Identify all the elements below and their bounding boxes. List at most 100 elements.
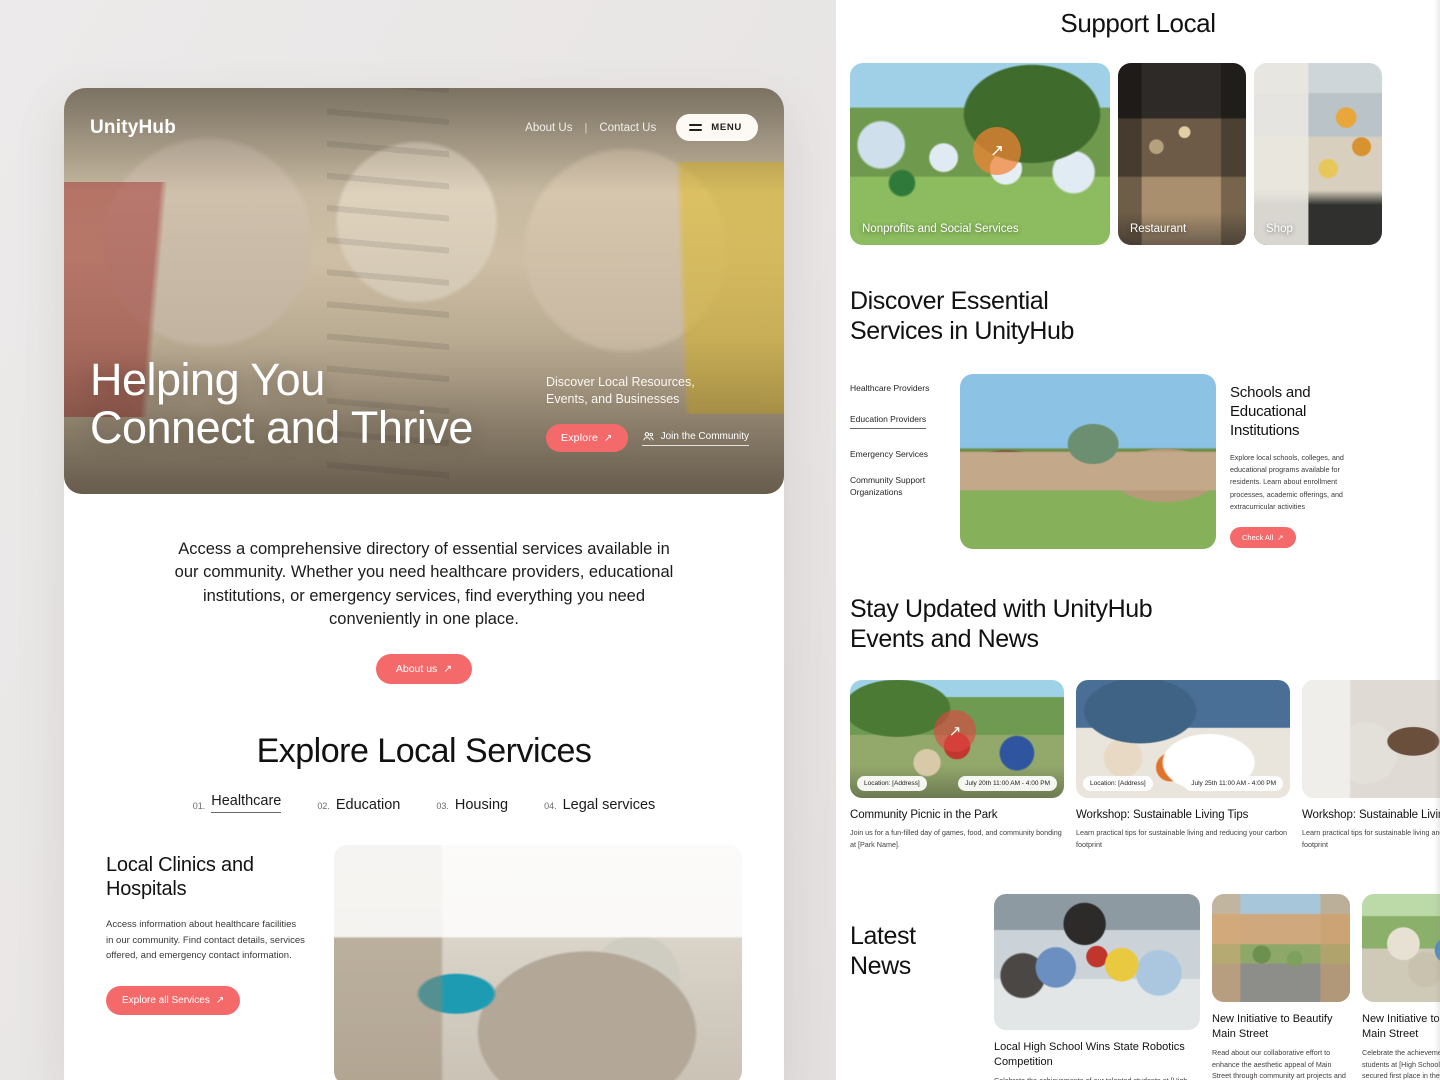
service-detail-section: Local Clinics and Hospitals Access infor… <box>64 813 784 1080</box>
right-page-preview: Support Local ↗ Nonprofits and Social Se… <box>836 0 1440 1080</box>
discover-detail-title-line-1: Schools and <box>1230 384 1311 401</box>
check-all-button[interactable]: Check All ↗ <box>1230 526 1296 548</box>
news-title-line-1: New Initiative to Beautify <box>1362 1013 1440 1026</box>
event-date-badge: July 20th 11:00 AM - 4:00 PM <box>958 776 1057 791</box>
events-heading: Stay Updated with UnityHub Events and Ne… <box>836 549 1440 654</box>
event-card-community-picnic[interactable]: ↗ Location: [Address] July 20th 11:00 AM… <box>850 680 1064 850</box>
about-us-button-label: About us <box>395 662 438 675</box>
discover-detail-description: Explore local schools, colleges, and edu… <box>1230 453 1344 511</box>
discover-heading-line-2: Services in UnityHub <box>850 316 1075 345</box>
support-card-restaurant[interactable]: Restaurant <box>1118 63 1246 245</box>
service-detail-text: Local Clinics and Hospitals Access infor… <box>106 845 306 1080</box>
discover-image-school <box>960 374 1216 549</box>
arrow-up-right-icon: ↗ <box>604 432 613 444</box>
hero-actions: Explore ↗ Join the Community <box>546 424 758 452</box>
discover-link-emergency-services[interactable]: Emergency Services <box>850 449 928 460</box>
discover-category-list: Healthcare Providers Education Providers… <box>850 374 946 513</box>
hero-headline: Helping You Connect and Thrive <box>90 353 473 453</box>
explore-all-services-label: Explore all Services <box>122 994 210 1006</box>
news-title-line-2: Main Street <box>1212 1027 1269 1040</box>
support-card-shop[interactable]: Shop <box>1254 63 1382 245</box>
events-heading-line-1: Stay Updated with UnityHub <box>850 595 1153 623</box>
arrow-up-right-icon[interactable]: ↗ <box>934 710 976 752</box>
support-card-restaurant-label: Restaurant <box>1130 223 1187 235</box>
join-community-label: Join the Community <box>660 431 749 442</box>
nav-link-about-us[interactable]: About Us <box>525 122 572 134</box>
news-card-main-street-partial[interactable]: New Initiative to Beautify Main Street C… <box>1362 894 1440 1080</box>
news-image-main-street <box>1212 894 1350 1003</box>
restaurant-image <box>1118 63 1246 245</box>
brand-logo[interactable]: UnityHub <box>90 117 176 139</box>
panel-edge-shadow <box>1434 0 1440 1080</box>
service-category-tabs: 01. Healthcare 02. Education 03. Housing… <box>64 793 784 813</box>
hero-title-line-1: Helping You <box>90 353 325 405</box>
discover-services-body: Healthcare Providers Education Providers… <box>836 346 1440 549</box>
tab-legal-services[interactable]: 04. Legal services <box>544 793 655 813</box>
event-badges: Location: [Address] July 25th 11:00 AM -… <box>1083 776 1283 791</box>
tab-education[interactable]: 02. Education <box>317 793 400 813</box>
people-icon <box>643 432 654 441</box>
event-card-sustainable-workshop[interactable]: Location: [Address] July 25th 11:00 AM -… <box>1076 680 1290 850</box>
latest-news-heading-line-2: News <box>850 951 911 980</box>
arrow-up-right-icon: ↗ <box>215 994 225 1006</box>
news-title-line-1: New Initiative to Beautify <box>1212 1013 1333 1026</box>
nav-separator: | <box>584 121 588 134</box>
event-description: Join us for a fun-filled day of games, f… <box>850 828 1062 849</box>
tab-education-label: Education <box>335 796 401 813</box>
news-description: Read about our collaborative effort to e… <box>1212 1047 1346 1080</box>
tab-housing-label: Housing <box>454 796 509 813</box>
event-image-workshop: Location: [Address] July 25th 11:00 AM -… <box>1076 680 1290 798</box>
news-card-robotics[interactable]: Local High School Wins State Robotics Co… <box>994 894 1200 1080</box>
hero-side-block: Discover Local Resources, Events, and Bu… <box>546 374 758 452</box>
hero-subtitle-line-2: Events, and Businesses <box>546 391 680 406</box>
intro-section: Access a comprehensive directory of esse… <box>64 494 784 684</box>
support-local-heading: Support Local <box>1060 8 1216 38</box>
discover-link-community-support-organizations[interactable]: Community Support Organizations <box>850 475 946 498</box>
service-title-line-2: Hospitals <box>106 878 187 901</box>
hero-section: UnityHub About Us | Contact Us MENU Help… <box>64 88 784 494</box>
event-location-badge: Location: [Address] <box>857 776 927 791</box>
event-title: Community Picnic in the Park <box>850 809 998 821</box>
event-badges: Location: [Address] July 20th 11:00 AM -… <box>857 776 1057 791</box>
news-image-robotics <box>994 894 1200 1031</box>
header-nav: About Us | Contact Us MENU <box>525 114 758 141</box>
explore-local-services-heading: Explore Local Services <box>256 731 592 770</box>
event-description: Learn practical tips for sustainable liv… <box>1302 828 1440 849</box>
tab-housing[interactable]: 03. Housing <box>436 793 508 813</box>
support-card-nonprofits-label: Nonprofits and Social Services <box>862 223 1019 235</box>
event-card-sustainable-workshop-partial[interactable]: Workshop: Sustainable Living Tips Learn … <box>1302 680 1440 850</box>
discover-link-education-providers[interactable]: Education Providers <box>850 414 927 429</box>
join-community-link[interactable]: Join the Community <box>641 430 749 446</box>
event-image-picnic: ↗ Location: [Address] July 20th 11:00 AM… <box>850 680 1064 798</box>
service-description: Access information about healthcare faci… <box>106 919 305 962</box>
event-description: Learn practical tips for sustainable liv… <box>1076 828 1287 849</box>
discover-services-heading: Discover Essential Services in UnityHub <box>836 245 1440 346</box>
event-title: Workshop: Sustainable Living Tips <box>1302 809 1440 821</box>
explore-button[interactable]: Explore ↗ <box>546 424 628 452</box>
latest-news-section: Latest News Local High School Wins State… <box>836 850 1440 1080</box>
news-card-main-street[interactable]: New Initiative to Beautify Main Street R… <box>1212 894 1350 1080</box>
explore-button-label: Explore <box>561 432 599 444</box>
news-description: Celebrate the achievements of our talent… <box>1362 1047 1440 1080</box>
hero-title-line-2: Connect and Thrive <box>90 401 473 453</box>
support-card-nonprofits[interactable]: ↗ Nonprofits and Social Services <box>850 63 1110 245</box>
tab-healthcare[interactable]: 01. Healthcare <box>193 793 282 813</box>
arrow-up-right-icon[interactable]: ↗ <box>973 127 1021 175</box>
discover-link-healthcare-providers[interactable]: Healthcare Providers <box>850 383 929 394</box>
support-card-shop-label: Shop <box>1266 223 1293 235</box>
about-us-button[interactable]: About us ↗ <box>375 653 473 684</box>
hamburger-icon <box>689 124 703 131</box>
tab-legal-services-number: 04. <box>544 800 557 811</box>
event-title: Workshop: Sustainable Living Tips <box>1076 809 1249 821</box>
hero-subtitle-line-1: Discover Local Resources, <box>546 374 695 389</box>
menu-button[interactable]: MENU <box>676 114 758 141</box>
tab-education-number: 02. <box>317 800 330 811</box>
arrow-up-right-icon: ↗ <box>443 662 453 675</box>
nav-link-contact-us[interactable]: Contact Us <box>599 122 656 134</box>
news-description: Celebrate the achievements of our talent… <box>994 1075 1200 1080</box>
site-header: UnityHub About Us | Contact Us MENU <box>90 114 758 141</box>
tab-housing-number: 03. <box>436 800 449 811</box>
explore-all-services-button[interactable]: Explore all Services ↗ <box>106 985 241 1015</box>
support-local-cards: ↗ Nonprofits and Social Services Restaur… <box>836 39 1440 245</box>
service-image-clinic <box>334 844 742 1080</box>
